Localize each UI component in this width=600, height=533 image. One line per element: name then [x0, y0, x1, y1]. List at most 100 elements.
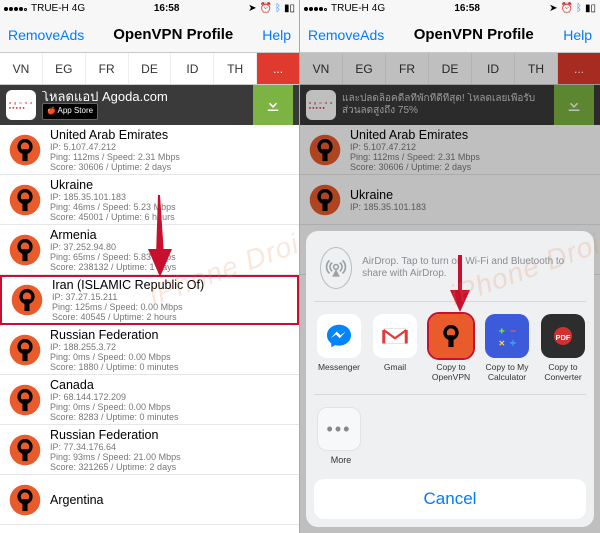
- share-app-calculator[interactable]: +−×÷ Copy to My Calculator: [485, 314, 529, 382]
- openvpn-icon: [10, 283, 44, 317]
- openvpn-icon: [8, 483, 42, 517]
- tab-id[interactable]: ID: [171, 53, 214, 84]
- share-sheet: AirDrop. Tap to turn on Wi-Fi and Blueto…: [306, 231, 594, 527]
- server-ping: Ping: 125ms / Speed: 0.00 Mbps: [52, 302, 289, 312]
- openvpn-icon: [8, 433, 42, 467]
- server-score: Score: 1880 / Uptime: 0 minutes: [50, 362, 291, 372]
- ad-logo: a g o d a●●●●●: [6, 90, 36, 120]
- share-app-label: Messenger: [318, 362, 360, 382]
- carrier-label: TRUE-H: [31, 3, 69, 14]
- share-app-label: Copy to OpenVPN: [429, 362, 473, 382]
- server-name: Canada: [50, 378, 291, 392]
- remove-ads-link[interactable]: RemoveAds: [308, 27, 384, 43]
- airdrop-text: AirDrop. Tap to turn on Wi-Fi and Blueto…: [362, 256, 580, 280]
- server-ip: IP: 185.35.101.183: [50, 192, 291, 202]
- openvpn-icon: [8, 233, 42, 267]
- screen-right: TRUE-H 4G 16:58 ➤ ⏰ ᛒ ▮▯ RemoveAds OpenV…: [300, 0, 600, 533]
- server-ip: IP: 188.255.3.72: [50, 342, 291, 352]
- server-row[interactable]: Russian Federation IP: 77.34.176.64 Ping…: [0, 425, 299, 475]
- share-app-openvpn[interactable]: Copy to OpenVPN: [429, 314, 473, 382]
- server-ip: IP: 5.107.47.212: [50, 142, 291, 152]
- tab-vn[interactable]: VN: [0, 53, 43, 84]
- status-bar: TRUE-H 4G 16:58 ➤ ⏰ ᛒ ▮▯: [300, 0, 600, 17]
- server-row[interactable]: Iran (ISLAMIC Republic Of) IP: 37.27.15.…: [0, 275, 299, 325]
- server-score: Score: 45001 / Uptime: 6 hours: [50, 212, 291, 222]
- server-score: Score: 30606 / Uptime: 2 days: [50, 162, 291, 172]
- svg-text:PDF: PDF: [556, 333, 571, 342]
- ad-banner[interactable]: a g o d a●●●●● โหลดแอป Agoda.com 🍎 App S…: [0, 85, 299, 125]
- server-ip: IP: 37.27.15.211: [52, 292, 289, 302]
- gmail-icon: [373, 314, 417, 358]
- svg-text:×: ×: [499, 338, 505, 350]
- server-list[interactable]: United Arab Emirates IP: 5.107.47.212 Pi…: [0, 125, 299, 533]
- server-ip: IP: 68.144.172.209: [50, 392, 291, 402]
- tab-th[interactable]: TH: [214, 53, 257, 84]
- server-ping: Ping: 65ms / Speed: 5.83 Mbps: [50, 252, 291, 262]
- calculator-icon: +−×÷: [485, 314, 529, 358]
- help-link[interactable]: Help: [262, 27, 291, 43]
- server-name: Argentina: [50, 493, 291, 507]
- navbar: RemoveAds OpenVPN Profile Help: [300, 17, 600, 53]
- download-icon[interactable]: [253, 85, 293, 125]
- tab-eg[interactable]: EG: [43, 53, 86, 84]
- server-ping: Ping: 112ms / Speed: 2.31 Mbps: [50, 152, 291, 162]
- status-icons: ➤ ⏰ ᛒ ▮▯: [248, 3, 295, 14]
- ad-title: โหลดแอป Agoda.com: [42, 91, 247, 103]
- svg-text:−: −: [510, 326, 516, 338]
- server-ip: IP: 77.34.176.64: [50, 442, 291, 452]
- cancel-button[interactable]: Cancel: [314, 479, 586, 519]
- server-ip: IP: 37.252.94.80: [50, 242, 291, 252]
- more-action[interactable]: ••• More: [317, 407, 365, 465]
- openvpn-icon: [8, 183, 42, 217]
- tab-more[interactable]: ...: [257, 53, 299, 84]
- server-name: Armenia: [50, 228, 291, 242]
- messenger-icon: [317, 314, 361, 358]
- share-app-label: Copy to My Calculator: [485, 362, 529, 382]
- country-tabs: VNEGFRDEIDTH...: [0, 53, 299, 85]
- openvpn-icon: [8, 383, 42, 417]
- more-icon: •••: [317, 407, 361, 451]
- server-ping: Ping: 46ms / Speed: 5.23 Mbps: [50, 202, 291, 212]
- share-app-messenger[interactable]: Messenger: [317, 314, 361, 382]
- share-app-label: Copy to Converter: [541, 362, 585, 382]
- server-ping: Ping: 0ms / Speed: 0.00 Mbps: [50, 402, 291, 412]
- tab-fr[interactable]: FR: [86, 53, 129, 84]
- server-row[interactable]: United Arab Emirates IP: 5.107.47.212 Pi…: [0, 125, 299, 175]
- airdrop-icon: [320, 247, 352, 289]
- openvpn-icon: [8, 333, 42, 367]
- server-score: Score: 238132 / Uptime: 1 days: [50, 262, 291, 272]
- alarm-icon: ⏰: [260, 3, 272, 14]
- remove-ads-link[interactable]: RemoveAds: [8, 27, 84, 43]
- airdrop-row[interactable]: AirDrop. Tap to turn on Wi-Fi and Blueto…: [314, 241, 586, 302]
- share-app-gmail[interactable]: Gmail: [373, 314, 417, 382]
- tab-de[interactable]: DE: [129, 53, 172, 84]
- server-row[interactable]: Armenia IP: 37.252.94.80 Ping: 65ms / Sp…: [0, 225, 299, 275]
- navbar: RemoveAds OpenVPN Profile Help: [0, 17, 299, 53]
- status-bar: TRUE-H 4G 16:58 ➤ ⏰ ᛒ ▮▯: [0, 0, 299, 17]
- server-row[interactable]: Argentina: [0, 475, 299, 525]
- location-icon: ➤: [248, 3, 256, 14]
- server-row[interactable]: Ukraine IP: 185.35.101.183 Ping: 46ms / …: [0, 175, 299, 225]
- server-row[interactable]: Russian Federation IP: 188.255.3.72 Ping…: [0, 325, 299, 375]
- server-score: Score: 40545 / Uptime: 2 hours: [52, 312, 289, 322]
- server-name: Ukraine: [50, 178, 291, 192]
- bluetooth-icon: ᛒ: [275, 3, 281, 14]
- converter-icon: PDF: [541, 314, 585, 358]
- ad-sub: 🍎 App Store: [42, 103, 98, 120]
- screen-left: TRUE-H 4G 16:58 ➤ ⏰ ᛒ ▮▯ RemoveAds OpenV…: [0, 0, 300, 533]
- server-name: Russian Federation: [50, 328, 291, 342]
- share-app-converter[interactable]: PDF Copy to Converter: [541, 314, 585, 382]
- server-name: Russian Federation: [50, 428, 291, 442]
- clock: 16:58: [154, 3, 180, 14]
- server-name: United Arab Emirates: [50, 128, 291, 142]
- network-label: 4G: [72, 3, 85, 14]
- server-ping: Ping: 93ms / Speed: 21.00 Mbps: [50, 452, 291, 462]
- server-name: Iran (ISLAMIC Republic Of): [52, 278, 289, 292]
- page-title: OpenVPN Profile: [414, 26, 534, 43]
- share-app-label: Gmail: [384, 362, 406, 382]
- openvpn-icon: [429, 314, 473, 358]
- server-row[interactable]: Canada IP: 68.144.172.209 Ping: 0ms / Sp…: [0, 375, 299, 425]
- signal-dots: [4, 3, 28, 14]
- share-apps-row: Messenger Gmail Copy to OpenVPN +−×÷ Copy…: [314, 302, 586, 395]
- help-link[interactable]: Help: [563, 27, 592, 43]
